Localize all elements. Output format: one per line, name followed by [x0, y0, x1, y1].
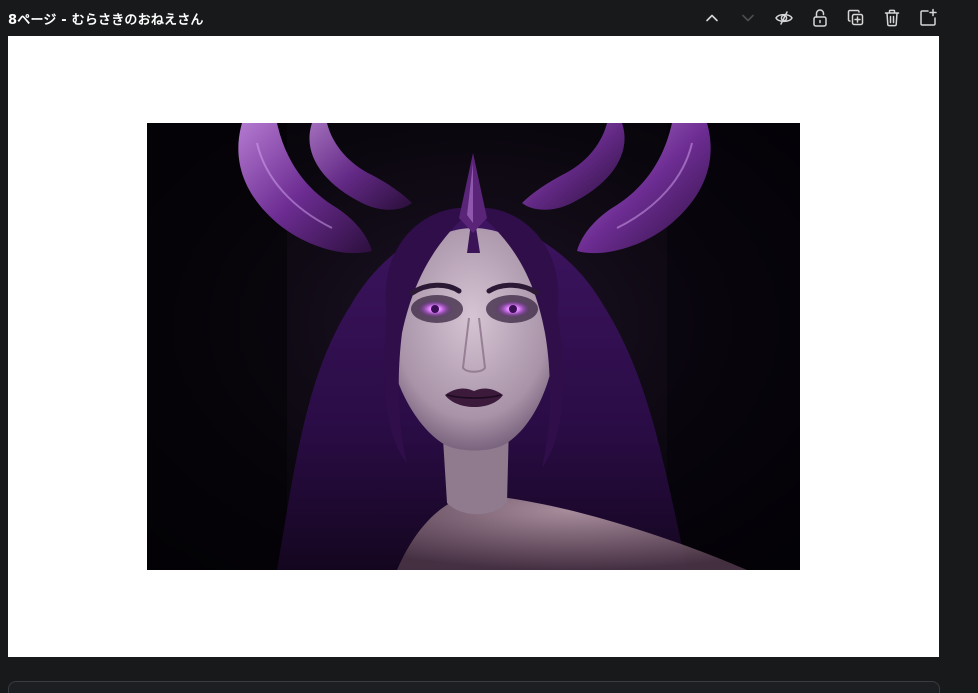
- page-title[interactable]: 8ページ - むらさきのおねえさん: [8, 9, 204, 28]
- move-page-up-button[interactable]: [700, 6, 724, 30]
- page-header: 8ページ - むらさきのおねえさん: [0, 0, 978, 36]
- page-editor: 8ページ - むらさきのおねえさん: [0, 0, 978, 693]
- duplicate-page-button[interactable]: [844, 6, 868, 30]
- portrait-illustration: [147, 123, 800, 570]
- add-page-icon: [920, 8, 937, 26]
- page-canvas[interactable]: [8, 36, 939, 657]
- lock-page-button[interactable]: [808, 6, 832, 30]
- trash-icon: [884, 9, 900, 27]
- delete-page-button[interactable]: [880, 6, 904, 30]
- add-page-button[interactable]: [916, 6, 940, 30]
- unlock-icon: [813, 9, 827, 27]
- chevron-up-icon: [706, 14, 718, 22]
- duplicate-icon: [847, 9, 864, 26]
- move-page-down-button[interactable]: [736, 6, 760, 30]
- eye-slash-icon: [775, 11, 793, 25]
- hide-page-button[interactable]: [772, 6, 796, 30]
- page-toolbar: [700, 6, 940, 30]
- chevron-down-icon: [742, 14, 754, 22]
- portrait-image[interactable]: [147, 123, 800, 570]
- next-page-panel[interactable]: [8, 681, 940, 693]
